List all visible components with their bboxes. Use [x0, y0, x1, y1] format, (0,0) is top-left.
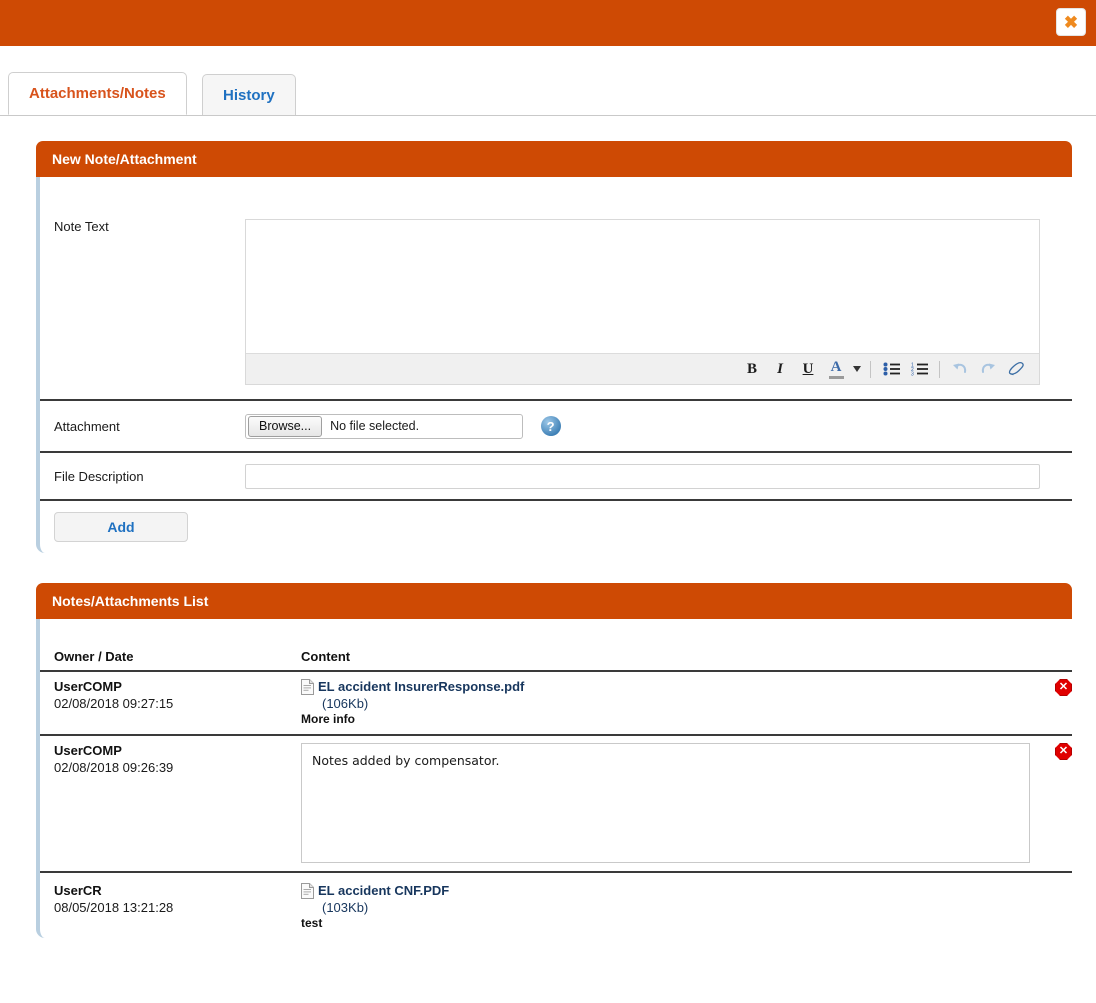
owner-cell: UserCR 08/05/2018 13:21:28	[54, 883, 301, 930]
notes-list-body: Owner / Date Content UserCOMP 02/08/2018…	[36, 619, 1072, 938]
chevron-down-icon[interactable]	[851, 357, 863, 381]
content-cell: EL accident InsurerResponse.pdf (106Kb) …	[301, 679, 1072, 726]
column-header-content: Content	[301, 649, 351, 664]
bullet-list-icon[interactable]	[878, 357, 904, 381]
note-editor-field: B I U A 1 2 3	[245, 219, 1072, 385]
tab-label: History	[223, 86, 275, 104]
owner-cell: UserCOMP 02/08/2018 09:26:39	[54, 743, 301, 863]
delete-glyph: ✕	[1055, 679, 1072, 696]
toolbar-divider	[870, 360, 871, 378]
italic-icon[interactable]: I	[767, 357, 793, 381]
add-row: Add	[40, 501, 1072, 553]
owner-name: UserCOMP	[54, 743, 122, 758]
help-icon[interactable]: ?	[540, 416, 561, 436]
delete-icon[interactable]: ✕	[1055, 743, 1072, 760]
close-icon[interactable]: ✖	[1056, 8, 1086, 36]
owner-date: 08/05/2018 13:21:28	[54, 900, 174, 915]
font-color-swatch	[828, 375, 844, 379]
owner-cell: UserCOMP 02/08/2018 09:27:15	[54, 679, 301, 726]
note-text-input[interactable]	[246, 220, 1039, 353]
owner-name: UserCR	[54, 883, 102, 898]
attachment-label: Attachment	[54, 418, 120, 434]
browse-button[interactable]: Browse...	[248, 415, 323, 437]
svg-text:3: 3	[911, 372, 914, 376]
file-description-field	[245, 463, 1072, 489]
attachment-field: Browse... No file selected. ?	[245, 413, 1072, 439]
note-content-box: Notes added by compensator.	[301, 743, 1030, 863]
new-note-panel-header: New Note/Attachment	[36, 141, 1072, 177]
file-description-input[interactable]	[245, 463, 1040, 489]
file-description-row: File Description	[40, 453, 1072, 501]
panel-title: Notes/Attachments List	[52, 593, 209, 609]
document-icon	[301, 679, 314, 695]
document-icon	[301, 883, 314, 899]
font-color-glyph: A	[830, 358, 842, 375]
redo-icon[interactable]	[975, 357, 1001, 381]
panel-title: New Note/Attachment	[52, 151, 197, 167]
content-cell: EL accident CNF.PDF (103Kb) test	[301, 883, 1072, 930]
file-description-label: File Description	[54, 468, 144, 484]
attachment-row: Attachment Browse... No file selected. ?	[40, 401, 1072, 453]
eraser-icon[interactable]	[1003, 357, 1029, 381]
file-status-text: No file selected.	[330, 419, 420, 433]
tab-label: Attachments/Notes	[29, 85, 166, 102]
notes-list-panel-header: Notes/Attachments List	[36, 583, 1072, 619]
delete-glyph: ✕	[1055, 743, 1072, 760]
owner-date: 02/08/2018 09:27:15	[54, 696, 174, 711]
column-header-owner: Owner / Date	[54, 649, 134, 664]
file-link-line: EL accident CNF.PDF	[301, 883, 1030, 899]
table-row: UserCOMP 02/08/2018 09:27:15 EL accident…	[40, 670, 1072, 734]
bold-icon[interactable]: B	[739, 357, 765, 381]
table-row: UserCR 08/05/2018 13:21:28 EL accident C…	[40, 871, 1072, 938]
list-column-headers: Owner / Date Content	[40, 619, 1072, 670]
attachment-file-link[interactable]: EL accident InsurerResponse.pdf	[318, 679, 524, 694]
underline-icon[interactable]: U	[795, 357, 821, 381]
new-note-panel-body: Note Text B I U A 1 2 3 Attachment Brows…	[36, 177, 1072, 553]
note-text-label: Note Text	[54, 219, 109, 234]
rich-text-editor[interactable]: B I U A 1 2 3	[245, 219, 1040, 385]
note-text-row: Note Text B I U A 1 2 3	[40, 177, 1072, 401]
new-note-panel: New Note/Attachment Note Text B I U A 1 …	[36, 141, 1072, 553]
content-cell: Notes added by compensator. ✕	[301, 743, 1072, 863]
tabstrip: Attachments/Notes History	[0, 60, 1096, 116]
numbered-list-icon[interactable]: 1 2 3	[906, 357, 932, 381]
owner-date: 02/08/2018 09:26:39	[54, 760, 174, 775]
notes-list-panel: Notes/Attachments List Owner / Date Cont…	[36, 583, 1072, 938]
add-button[interactable]: Add	[54, 512, 188, 542]
undo-icon[interactable]	[947, 357, 973, 381]
tab-attachments-notes[interactable]: Attachments/Notes	[8, 72, 187, 115]
toolbar-divider	[939, 360, 940, 378]
file-size: (103Kb)	[322, 900, 369, 915]
attachment-file-link[interactable]: EL accident CNF.PDF	[318, 883, 449, 898]
tab-history[interactable]: History	[202, 74, 296, 115]
file-link-line: EL accident InsurerResponse.pdf	[301, 679, 1030, 695]
file-description-text: test	[301, 916, 323, 930]
file-size: (106Kb)	[322, 696, 369, 711]
table-row: UserCOMP 02/08/2018 09:26:39 Notes added…	[40, 734, 1072, 871]
owner-name: UserCOMP	[54, 679, 122, 694]
editor-toolbar: B I U A 1 2 3	[246, 353, 1039, 384]
attachment-file-input[interactable]: Browse... No file selected.	[245, 413, 523, 439]
font-color-icon[interactable]: A	[823, 357, 849, 381]
window-titlebar: ✖	[0, 0, 1096, 47]
more-info-link[interactable]: More info	[301, 712, 1030, 726]
delete-icon[interactable]: ✕	[1055, 679, 1072, 696]
